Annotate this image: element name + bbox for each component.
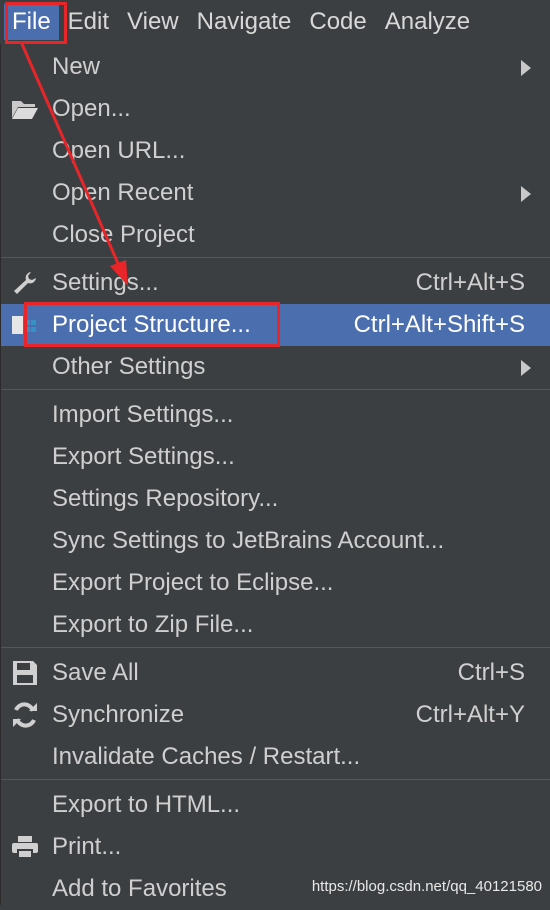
menu-item-close-project[interactable]: Close Project bbox=[1, 214, 550, 256]
menu-item-invalidate-caches[interactable]: Invalidate Caches / Restart... bbox=[1, 736, 550, 778]
menu-item-label: Synchronize bbox=[52, 701, 185, 728]
menu-item-label: Sync Settings to JetBrains Account... bbox=[52, 527, 445, 554]
menu-item-export-html[interactable]: Export to HTML... bbox=[1, 784, 550, 826]
menu-item-sync-settings[interactable]: Sync Settings to JetBrains Account... bbox=[1, 520, 550, 562]
menu-item-label: Export to Zip File... bbox=[52, 611, 254, 638]
menu-item-label: Print... bbox=[52, 833, 122, 860]
menu-bar: File Edit View Navigate Code Analyze bbox=[0, 0, 550, 44]
menu-item-label: Export Settings... bbox=[52, 443, 235, 470]
menu-item-label: Settings... bbox=[52, 269, 159, 296]
menu-item-print[interactable]: Print... bbox=[1, 826, 550, 868]
menu-item-label: Invalidate Caches / Restart... bbox=[52, 743, 361, 770]
menu-item-settings-repository[interactable]: Settings Repository... bbox=[1, 478, 550, 520]
menu-item-label: Open... bbox=[52, 95, 131, 122]
menu-item-settings[interactable]: Settings... Ctrl+Alt+S bbox=[1, 262, 550, 304]
submenu-arrow-icon bbox=[521, 186, 531, 202]
file-dropdown-menu: New Open... Open URL... Open Recent Clos… bbox=[0, 44, 550, 905]
menu-item-export-zip[interactable]: Export to Zip File... bbox=[1, 604, 550, 646]
shortcut-label: Ctrl+S bbox=[457, 659, 525, 686]
printer-icon bbox=[11, 834, 39, 860]
menu-separator bbox=[1, 257, 550, 258]
menu-view[interactable]: View bbox=[118, 0, 188, 44]
annotation-box-file bbox=[5, 2, 67, 44]
folder-open-icon bbox=[11, 96, 39, 122]
menu-item-label: Close Project bbox=[52, 221, 195, 248]
menu-separator bbox=[1, 779, 550, 780]
menu-item-label: Save All bbox=[52, 659, 139, 686]
menu-item-export-eclipse[interactable]: Export Project to Eclipse... bbox=[1, 562, 550, 604]
shortcut-label: Ctrl+Alt+Shift+S bbox=[353, 311, 525, 338]
menu-separator bbox=[1, 389, 550, 390]
menu-item-label: Import Settings... bbox=[52, 401, 234, 428]
menu-item-synchronize[interactable]: Synchronize Ctrl+Alt+Y bbox=[1, 694, 550, 736]
menu-item-import-settings[interactable]: Import Settings... bbox=[1, 394, 550, 436]
submenu-arrow-icon bbox=[521, 60, 531, 76]
menu-item-label: Settings Repository... bbox=[52, 485, 279, 512]
menu-item-open[interactable]: Open... bbox=[1, 88, 550, 130]
refresh-icon bbox=[11, 702, 39, 728]
annotation-box-project-structure bbox=[24, 302, 280, 347]
menu-separator bbox=[1, 647, 550, 648]
menu-edit[interactable]: Edit bbox=[59, 0, 118, 44]
menu-item-other-settings[interactable]: Other Settings bbox=[1, 346, 550, 388]
menu-code[interactable]: Code bbox=[300, 0, 375, 44]
wrench-icon bbox=[11, 270, 39, 296]
shortcut-label: Ctrl+Alt+Y bbox=[415, 701, 525, 728]
watermark-text: https://blog.csdn.net/qq_40121580 bbox=[311, 878, 542, 895]
menu-item-save-all[interactable]: Save All Ctrl+S bbox=[1, 652, 550, 694]
menu-item-open-url[interactable]: Open URL... bbox=[1, 130, 550, 172]
menu-item-open-recent[interactable]: Open Recent bbox=[1, 172, 550, 214]
menu-analyze[interactable]: Analyze bbox=[376, 0, 479, 44]
save-icon bbox=[11, 660, 39, 686]
menu-item-export-settings[interactable]: Export Settings... bbox=[1, 436, 550, 478]
menu-navigate[interactable]: Navigate bbox=[188, 0, 301, 44]
menu-item-label: Export to HTML... bbox=[52, 791, 241, 818]
submenu-arrow-icon bbox=[521, 360, 531, 376]
menu-item-label: New bbox=[52, 53, 101, 80]
menu-item-label: Add to Favorites bbox=[52, 875, 227, 902]
menu-item-label: Open Recent bbox=[52, 179, 194, 206]
menu-item-label: Other Settings bbox=[52, 353, 206, 380]
shortcut-label: Ctrl+Alt+S bbox=[415, 269, 525, 296]
menu-item-label: Export Project to Eclipse... bbox=[52, 569, 334, 596]
menu-item-new[interactable]: New bbox=[1, 46, 550, 88]
menu-item-label: Open URL... bbox=[52, 137, 186, 164]
